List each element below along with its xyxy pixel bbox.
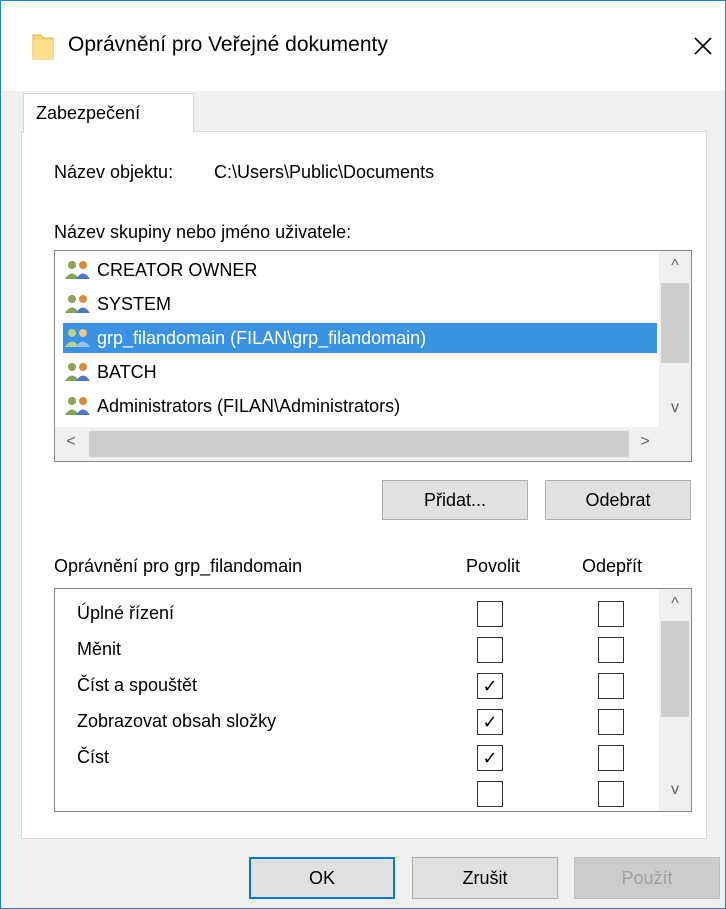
scroll-right-icon[interactable]: > [629,433,661,451]
folder-icon [32,32,54,60]
object-name-value: C:\Users\Public\Documents [214,162,435,182]
title-bar[interactable]: Oprávnění pro Veřejné dokumenty [1,1,725,91]
list-item-selected[interactable]: grp_filandomain (FILAN\grp_filandomain) [63,323,657,353]
group-listbox[interactable]: CREATOR OWNER SYSTEM grp_filandomain (FI… [54,250,692,462]
deny-checkbox[interactable] [598,781,624,807]
scroll-left-icon[interactable]: < [55,433,87,451]
checkmark-icon: ✓ [482,747,498,768]
permissions-dialog: Oprávnění pro Veřejné dokumenty Zabezpeč… [0,0,726,909]
permission-label: Úplné řízení [77,603,175,623]
cancel-button[interactable]: Zrušit [412,857,558,899]
permission-row: Měnit [55,633,655,669]
list-item[interactable]: SYSTEM [63,289,171,319]
permission-label: Zobrazovat obsah složky [77,711,277,731]
checkmark-icon: ✓ [482,675,498,696]
group-list-horizontal-scrollbar[interactable]: < > [55,427,661,461]
permission-row: Číst ✓ [55,741,655,777]
window-title: Oprávnění pro Veřejné dokumenty [68,33,388,56]
permissions-vertical-scrollbar[interactable]: ^ v [659,589,691,811]
close-icon [694,37,712,55]
permission-label: Číst [77,747,110,767]
permissions-header: Oprávnění pro grp_filandomain [54,556,303,576]
allow-checkbox[interactable]: ✓ [477,709,503,735]
group-name: grp_filandomain (FILAN\grp_filandomain) [97,327,427,348]
scroll-up-icon[interactable]: ^ [659,257,691,275]
allow-checkbox[interactable] [477,637,503,663]
permission-row: Zobrazovat obsah složky ✓ [55,705,655,741]
allow-column-header: Povolit [466,556,521,576]
scrollbar-corner [659,427,691,461]
permission-row-partial [55,777,655,811]
users-icon [65,295,90,313]
allow-checkbox[interactable] [477,781,503,807]
tab-security-label: Zabezpečení [36,103,141,123]
permission-label: Měnit [77,639,122,659]
group-name: BATCH [97,361,157,382]
add-button[interactable]: Přidat... [382,480,528,520]
object-name-label: Název objektu: [54,162,174,182]
checkmark-icon: ✓ [482,711,498,732]
allow-checkbox[interactable]: ✓ [477,745,503,771]
users-icon [65,397,90,415]
scrollbar-thumb[interactable] [89,431,629,457]
tab-security[interactable]: Zabezpečení [23,93,194,133]
allow-checkbox[interactable] [477,601,503,627]
group-list-vertical-scrollbar[interactable]: ^ v [659,251,691,429]
users-icon [65,363,90,381]
group-list-label: Název skupiny nebo jméno uživatele: [54,222,352,242]
group-name: SYSTEM [97,293,172,314]
deny-checkbox[interactable] [598,637,624,663]
close-button[interactable] [683,23,723,69]
permission-row: Číst a spouštět ✓ [55,669,655,705]
list-item[interactable]: Administrators (FILAN\Administrators) [63,391,400,421]
group-name: CREATOR OWNER [97,259,258,280]
deny-checkbox[interactable] [598,709,624,735]
list-item[interactable]: CREATOR OWNER [63,255,257,285]
users-icon [65,261,90,279]
group-name: Administrators (FILAN\Administrators) [97,395,401,416]
scroll-up-icon[interactable]: ^ [659,595,691,613]
deny-checkbox[interactable] [598,601,624,627]
scroll-down-icon[interactable]: v [659,399,691,417]
remove-button[interactable]: Odebrat [545,480,691,520]
ok-button[interactable]: OK [249,857,395,899]
scrollbar-thumb[interactable] [661,621,689,717]
permission-label: Číst a spouštět [77,675,198,695]
permission-row: Úplné řízení [55,597,655,633]
deny-checkbox[interactable] [598,745,624,771]
allow-checkbox[interactable]: ✓ [477,673,503,699]
deny-checkbox[interactable] [598,673,624,699]
security-panel: Název objektu: C:\Users\Public\Documents… [21,131,707,839]
permissions-list[interactable]: Úplné řízení Měnit Číst a spouštět ✓ Zob… [54,588,692,812]
deny-column-header: Odepřít [582,556,643,576]
scrollbar-thumb[interactable] [661,283,689,363]
scroll-down-icon[interactable]: v [659,781,691,799]
users-icon [65,329,90,347]
list-item[interactable]: BATCH [63,357,157,387]
apply-button[interactable]: Použít [574,857,720,899]
